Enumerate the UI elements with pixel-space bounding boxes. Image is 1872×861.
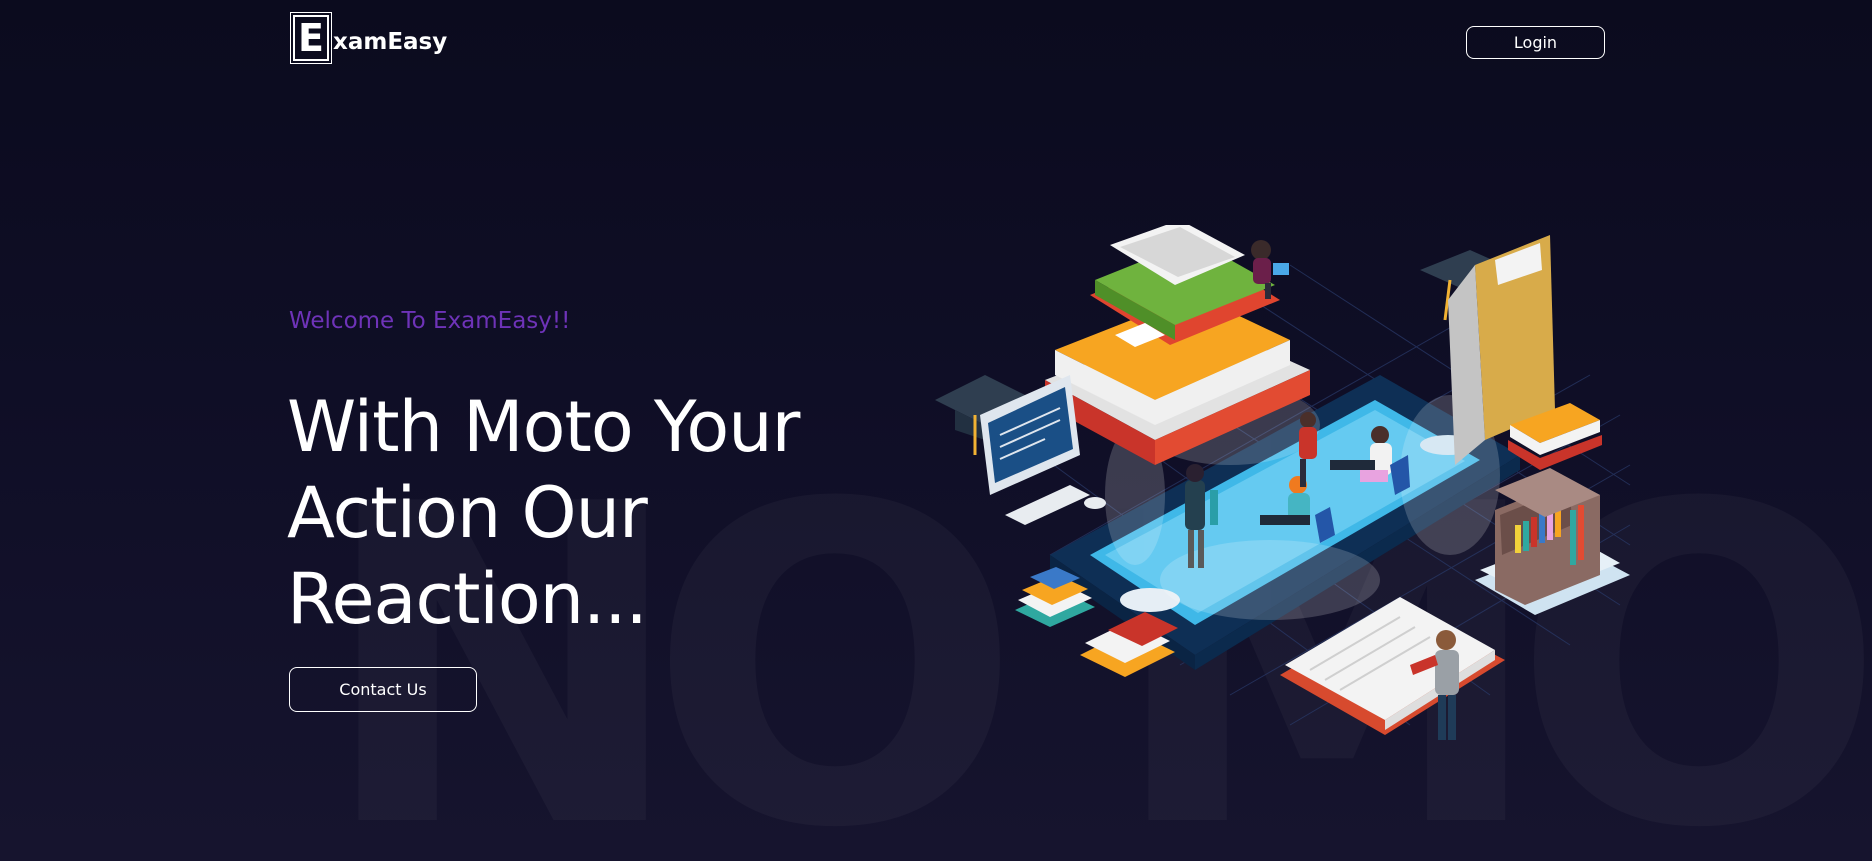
contact-us-button[interactable]: Contact Us (289, 667, 477, 712)
logo-text: xamEasy (333, 29, 448, 55)
isometric-study-illustration-icon (930, 225, 1635, 760)
login-button[interactable]: Login (1466, 26, 1605, 59)
welcome-text: Welcome To ExamEasy!! (289, 308, 571, 334)
headline-line: Action Our (287, 472, 648, 554)
logo-mark: E (290, 12, 332, 64)
headline-line: Reaction... (287, 558, 648, 640)
site-header: E xamEasy Login (0, 0, 1872, 86)
hero-headline: With Moto Your Action Our Reaction... (287, 384, 907, 642)
logo-link[interactable]: E xamEasy (290, 12, 448, 64)
headline-line: With Moto Your (287, 386, 800, 468)
